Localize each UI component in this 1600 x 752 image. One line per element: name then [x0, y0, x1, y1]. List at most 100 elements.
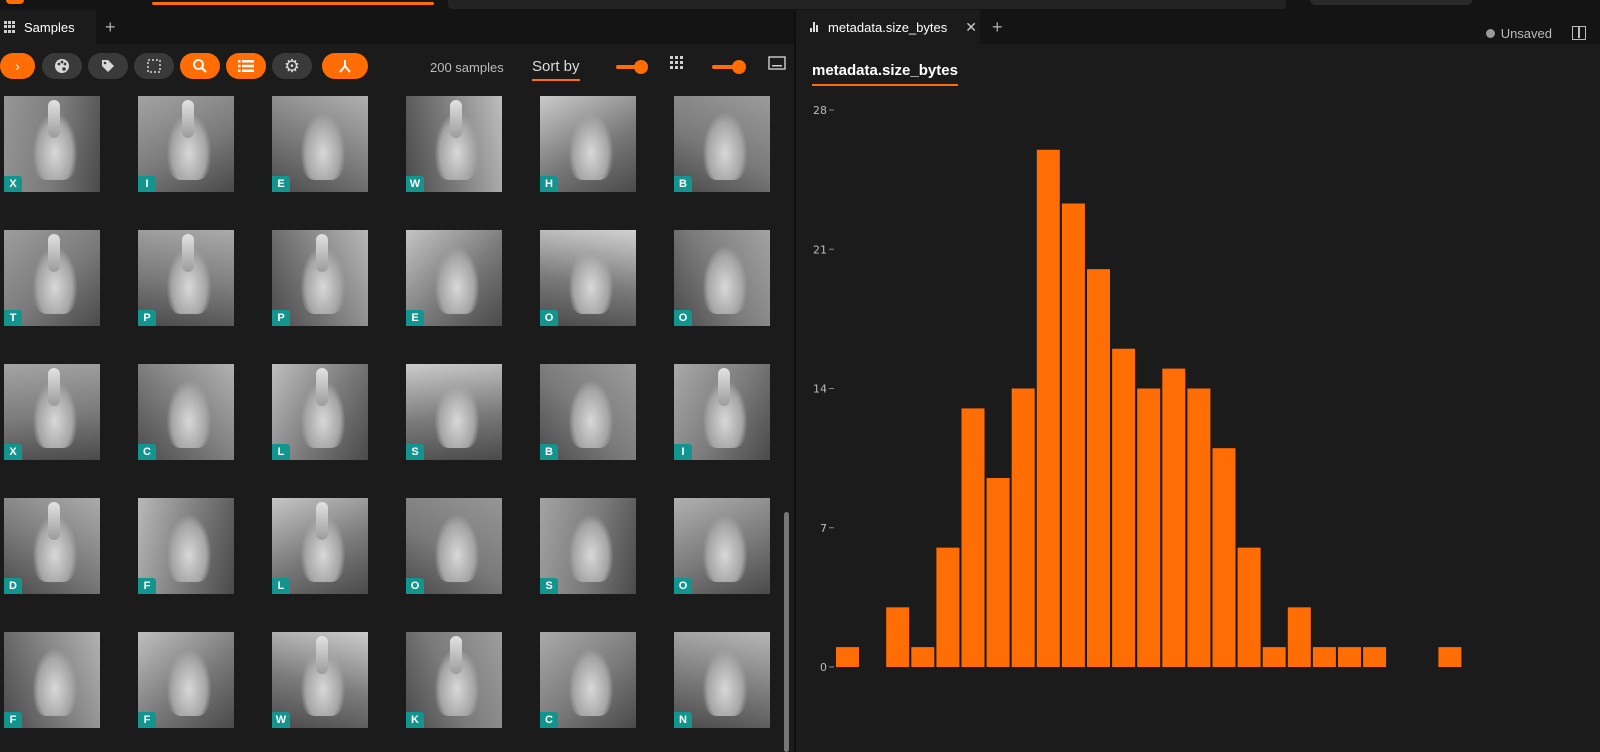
sample-thumbnail[interactable]: W	[272, 632, 368, 728]
samples-toolbar: › ⚙ 200 samples Sort by	[0, 46, 794, 88]
sample-thumbnail[interactable]: E	[272, 96, 368, 192]
sample-label-badge: T	[4, 310, 22, 326]
hand-image	[166, 515, 211, 583]
grid-view-icon[interactable]	[670, 56, 684, 75]
y-tick-label: 0	[820, 661, 827, 674]
sort-by-button[interactable]: Sort by	[532, 58, 580, 81]
sample-thumbnail[interactable]: P	[272, 230, 368, 326]
gallery-scrollbar[interactable]	[784, 512, 789, 752]
search-button[interactable]	[180, 53, 220, 79]
sample-thumbnail[interactable]: C	[138, 364, 234, 460]
sample-thumbnail[interactable]: O	[406, 498, 502, 594]
sample-thumbnail[interactable]: I	[674, 364, 770, 460]
finger-shape	[316, 501, 328, 541]
top-bar-field[interactable]	[448, 0, 1286, 9]
histogram-bar[interactable]	[1438, 647, 1462, 667]
top-bar-button[interactable]	[1310, 0, 1472, 5]
selection-button[interactable]	[134, 53, 174, 79]
tab-histogram[interactable]: metadata.size_bytes ✕	[796, 10, 980, 44]
sample-thumbnail[interactable]: X	[4, 96, 100, 192]
settings-button[interactable]: ⚙	[272, 53, 312, 79]
histogram-bar[interactable]	[1287, 607, 1311, 667]
sample-thumbnail[interactable]: L	[272, 364, 368, 460]
sample-thumbnail[interactable]: O	[674, 230, 770, 326]
layout-icon[interactable]	[1572, 26, 1586, 40]
close-icon[interactable]: ✕	[965, 19, 977, 36]
histogram-bar[interactable]	[986, 478, 1010, 667]
expand-button[interactable]: ›	[0, 53, 35, 79]
sample-thumbnail[interactable]: F	[138, 498, 234, 594]
sample-thumbnail[interactable]: S	[540, 498, 636, 594]
histogram-bar[interactable]	[1011, 388, 1035, 668]
hand-image	[702, 515, 747, 583]
color-scheme-button[interactable]	[42, 53, 82, 79]
sample-thumbnail[interactable]: I	[138, 96, 234, 192]
sample-thumbnail[interactable]: F	[4, 632, 100, 728]
histogram-bar[interactable]	[1262, 647, 1286, 667]
samples-tab-bar	[0, 10, 794, 44]
sample-label-badge: X	[4, 176, 22, 192]
list-button[interactable]	[226, 53, 266, 79]
sample-thumbnail[interactable]: H	[540, 96, 636, 192]
palette-icon	[55, 59, 69, 73]
sample-thumbnail[interactable]: C	[540, 632, 636, 728]
hand-image	[568, 113, 613, 181]
sample-thumbnail[interactable]: S	[406, 364, 502, 460]
histogram-bar[interactable]	[886, 607, 910, 667]
histogram-bar[interactable]	[1363, 647, 1387, 667]
status-dot-icon	[1485, 29, 1495, 38]
finger-shape	[48, 99, 60, 139]
add-panel-icon[interactable]: +	[992, 18, 1003, 36]
hand-image	[166, 381, 211, 449]
histogram-bar[interactable]	[911, 647, 935, 667]
histogram-bar[interactable]	[1338, 647, 1361, 667]
group-button[interactable]	[322, 53, 368, 79]
histogram-bar[interactable]	[1137, 388, 1161, 668]
y-tick-label: 14	[813, 383, 827, 396]
sample-thumbnail[interactable]: F	[138, 632, 234, 728]
sample-label-badge: L	[272, 578, 290, 594]
histogram-bar[interactable]	[1112, 348, 1136, 667]
app-logo[interactable]	[6, 0, 24, 4]
histogram-bar[interactable]	[936, 547, 960, 667]
sample-label-badge: B	[540, 444, 558, 460]
list-icon	[238, 60, 254, 72]
histogram-bar[interactable]	[1237, 547, 1261, 667]
sample-thumbnail[interactable]: L	[272, 498, 368, 594]
save-status[interactable]: Unsaved	[1485, 26, 1552, 41]
sample-label-badge: P	[272, 310, 290, 326]
tags-button[interactable]	[88, 53, 128, 79]
sample-thumbnail[interactable]: B	[674, 96, 770, 192]
sample-thumbnail[interactable]: N	[674, 632, 770, 728]
sample-thumbnail[interactable]: W	[406, 96, 502, 192]
histogram-bar[interactable]	[1036, 149, 1060, 667]
sample-thumbnail[interactable]: O	[674, 498, 770, 594]
sample-label-badge: O	[674, 310, 692, 326]
add-tab-icon[interactable]: +	[105, 18, 116, 36]
histogram-bar[interactable]	[1087, 269, 1110, 667]
tab-samples[interactable]: Samples	[0, 10, 96, 44]
y-tick-label: 7	[820, 522, 827, 535]
histogram-bar[interactable]	[1162, 368, 1186, 667]
sample-thumbnail[interactable]: T	[4, 230, 100, 326]
sample-label-badge: E	[406, 310, 424, 326]
sample-thumbnail[interactable]: P	[138, 230, 234, 326]
sample-label-badge: S	[406, 444, 424, 460]
sample-thumbnail[interactable]: B	[540, 364, 636, 460]
sample-thumbnail[interactable]: D	[4, 498, 100, 594]
histogram-bar[interactable]	[1061, 203, 1085, 667]
sample-label-badge: L	[272, 444, 290, 460]
thumbnail-size-slider[interactable]	[616, 60, 648, 74]
sample-thumbnail[interactable]: O	[540, 230, 636, 326]
sample-thumbnail[interactable]: K	[406, 632, 502, 728]
histogram-bar[interactable]	[1312, 647, 1336, 667]
grid-zoom-slider[interactable]	[712, 60, 746, 74]
histogram-bar[interactable]	[1187, 388, 1211, 668]
sample-thumbnail[interactable]: E	[406, 230, 502, 326]
histogram-bar[interactable]	[961, 408, 985, 667]
histogram-bar[interactable]	[1212, 448, 1236, 667]
sample-thumbnail[interactable]: X	[4, 364, 100, 460]
keyboard-icon[interactable]	[768, 56, 786, 75]
sample-label-badge: O	[406, 578, 424, 594]
histogram-bar[interactable]	[836, 647, 859, 667]
